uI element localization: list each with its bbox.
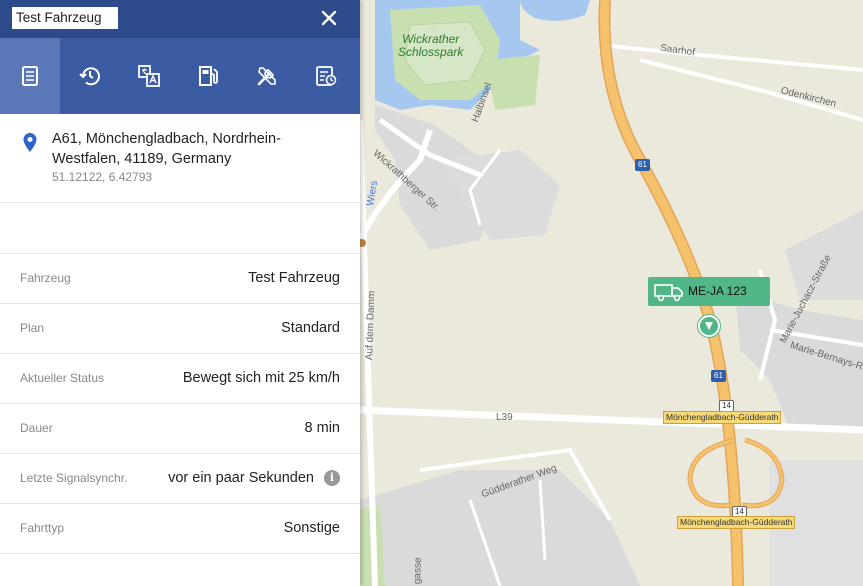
history-icon [78, 67, 100, 86]
park-label: Wickrather Schlosspark [398, 33, 463, 59]
tab-maintenance[interactable] [237, 38, 296, 114]
row-label: Letzte Signalsynchr. [20, 471, 128, 485]
address-text: A61, Mönchengladbach, Nordrhein-Westfale… [52, 131, 281, 167]
row-value: Test Fahrzeug [248, 270, 340, 286]
row-value: 8 min [304, 420, 340, 436]
exit-label-top: Mönchengladbach-Güdderath [663, 411, 782, 424]
schedule-report-icon [315, 66, 336, 86]
address-block: A61, Mönchengladbach, Nordrhein-Westfale… [0, 114, 360, 203]
tab-translate[interactable] [119, 38, 178, 114]
detail-row-trip-type: Fahrttyp Sonstige [0, 504, 360, 554]
coordinates-text: 51.12122, 6.42793 [52, 170, 153, 184]
detail-row-vehicle: Fahrzeug Test Fahrzeug [0, 254, 360, 304]
tab-history[interactable] [60, 38, 119, 114]
tab-reports[interactable] [296, 38, 355, 114]
heading-arrow-icon [705, 322, 713, 330]
vehicle-plate: ME-JA 123 [688, 284, 747, 298]
tools-icon [257, 67, 276, 86]
document-icon [22, 66, 38, 86]
row-value: Sonstige [283, 520, 340, 536]
tab-fuel[interactable] [178, 38, 237, 114]
translate-icon [137, 65, 160, 87]
info-icon[interactable]: i [324, 470, 340, 486]
row-value: vor ein paar Sekunden [168, 470, 314, 486]
fuel-pump-icon [198, 66, 218, 86]
motorway-shield-61-top: 61 [635, 159, 650, 171]
detail-row-status: Aktueller Status Bewegt sich mit 25 km/h [0, 354, 360, 404]
row-value: Standard [281, 320, 340, 336]
location-pin-icon [23, 133, 37, 152]
row-label: Fahrzeug [20, 271, 71, 285]
section-divider [0, 203, 360, 254]
row-label: Aktueller Status [20, 371, 105, 385]
street-label-gasse: gasse [412, 557, 424, 585]
exit-label-bottom: Mönchengladbach-Güdderath [677, 516, 796, 529]
vehicle-position-marker[interactable] [698, 315, 720, 337]
vehicle-tag[interactable]: ME-JA 123 [648, 277, 770, 306]
row-label: Fahrttyp [20, 521, 65, 535]
street-label-l39: L39 [496, 412, 513, 423]
row-label: Dauer [20, 421, 53, 435]
detail-row-duration: Dauer 8 min [0, 404, 360, 454]
detail-row-last-sync: Letzte Signalsynchr. vor ein paar Sekund… [0, 454, 360, 504]
tab-bar [0, 38, 360, 114]
vehicle-details-panel: Test Fahrzeug A61, Mönchengladbach, Nord… [0, 0, 360, 586]
vehicle-title: Test Fahrzeug [12, 7, 118, 29]
row-value: Bewegt sich mit 25 km/h [182, 370, 340, 386]
motorway-shield-61-bottom: 61 [711, 370, 726, 382]
panel-header: Test Fahrzeug [0, 0, 360, 38]
tab-details[interactable] [0, 38, 60, 114]
close-icon[interactable] [320, 9, 338, 27]
row-label: Plan [20, 321, 45, 335]
truck-icon [654, 284, 683, 302]
detail-row-plan: Plan Standard [0, 304, 360, 354]
park-label-line-2: Schlosspark [398, 45, 464, 59]
